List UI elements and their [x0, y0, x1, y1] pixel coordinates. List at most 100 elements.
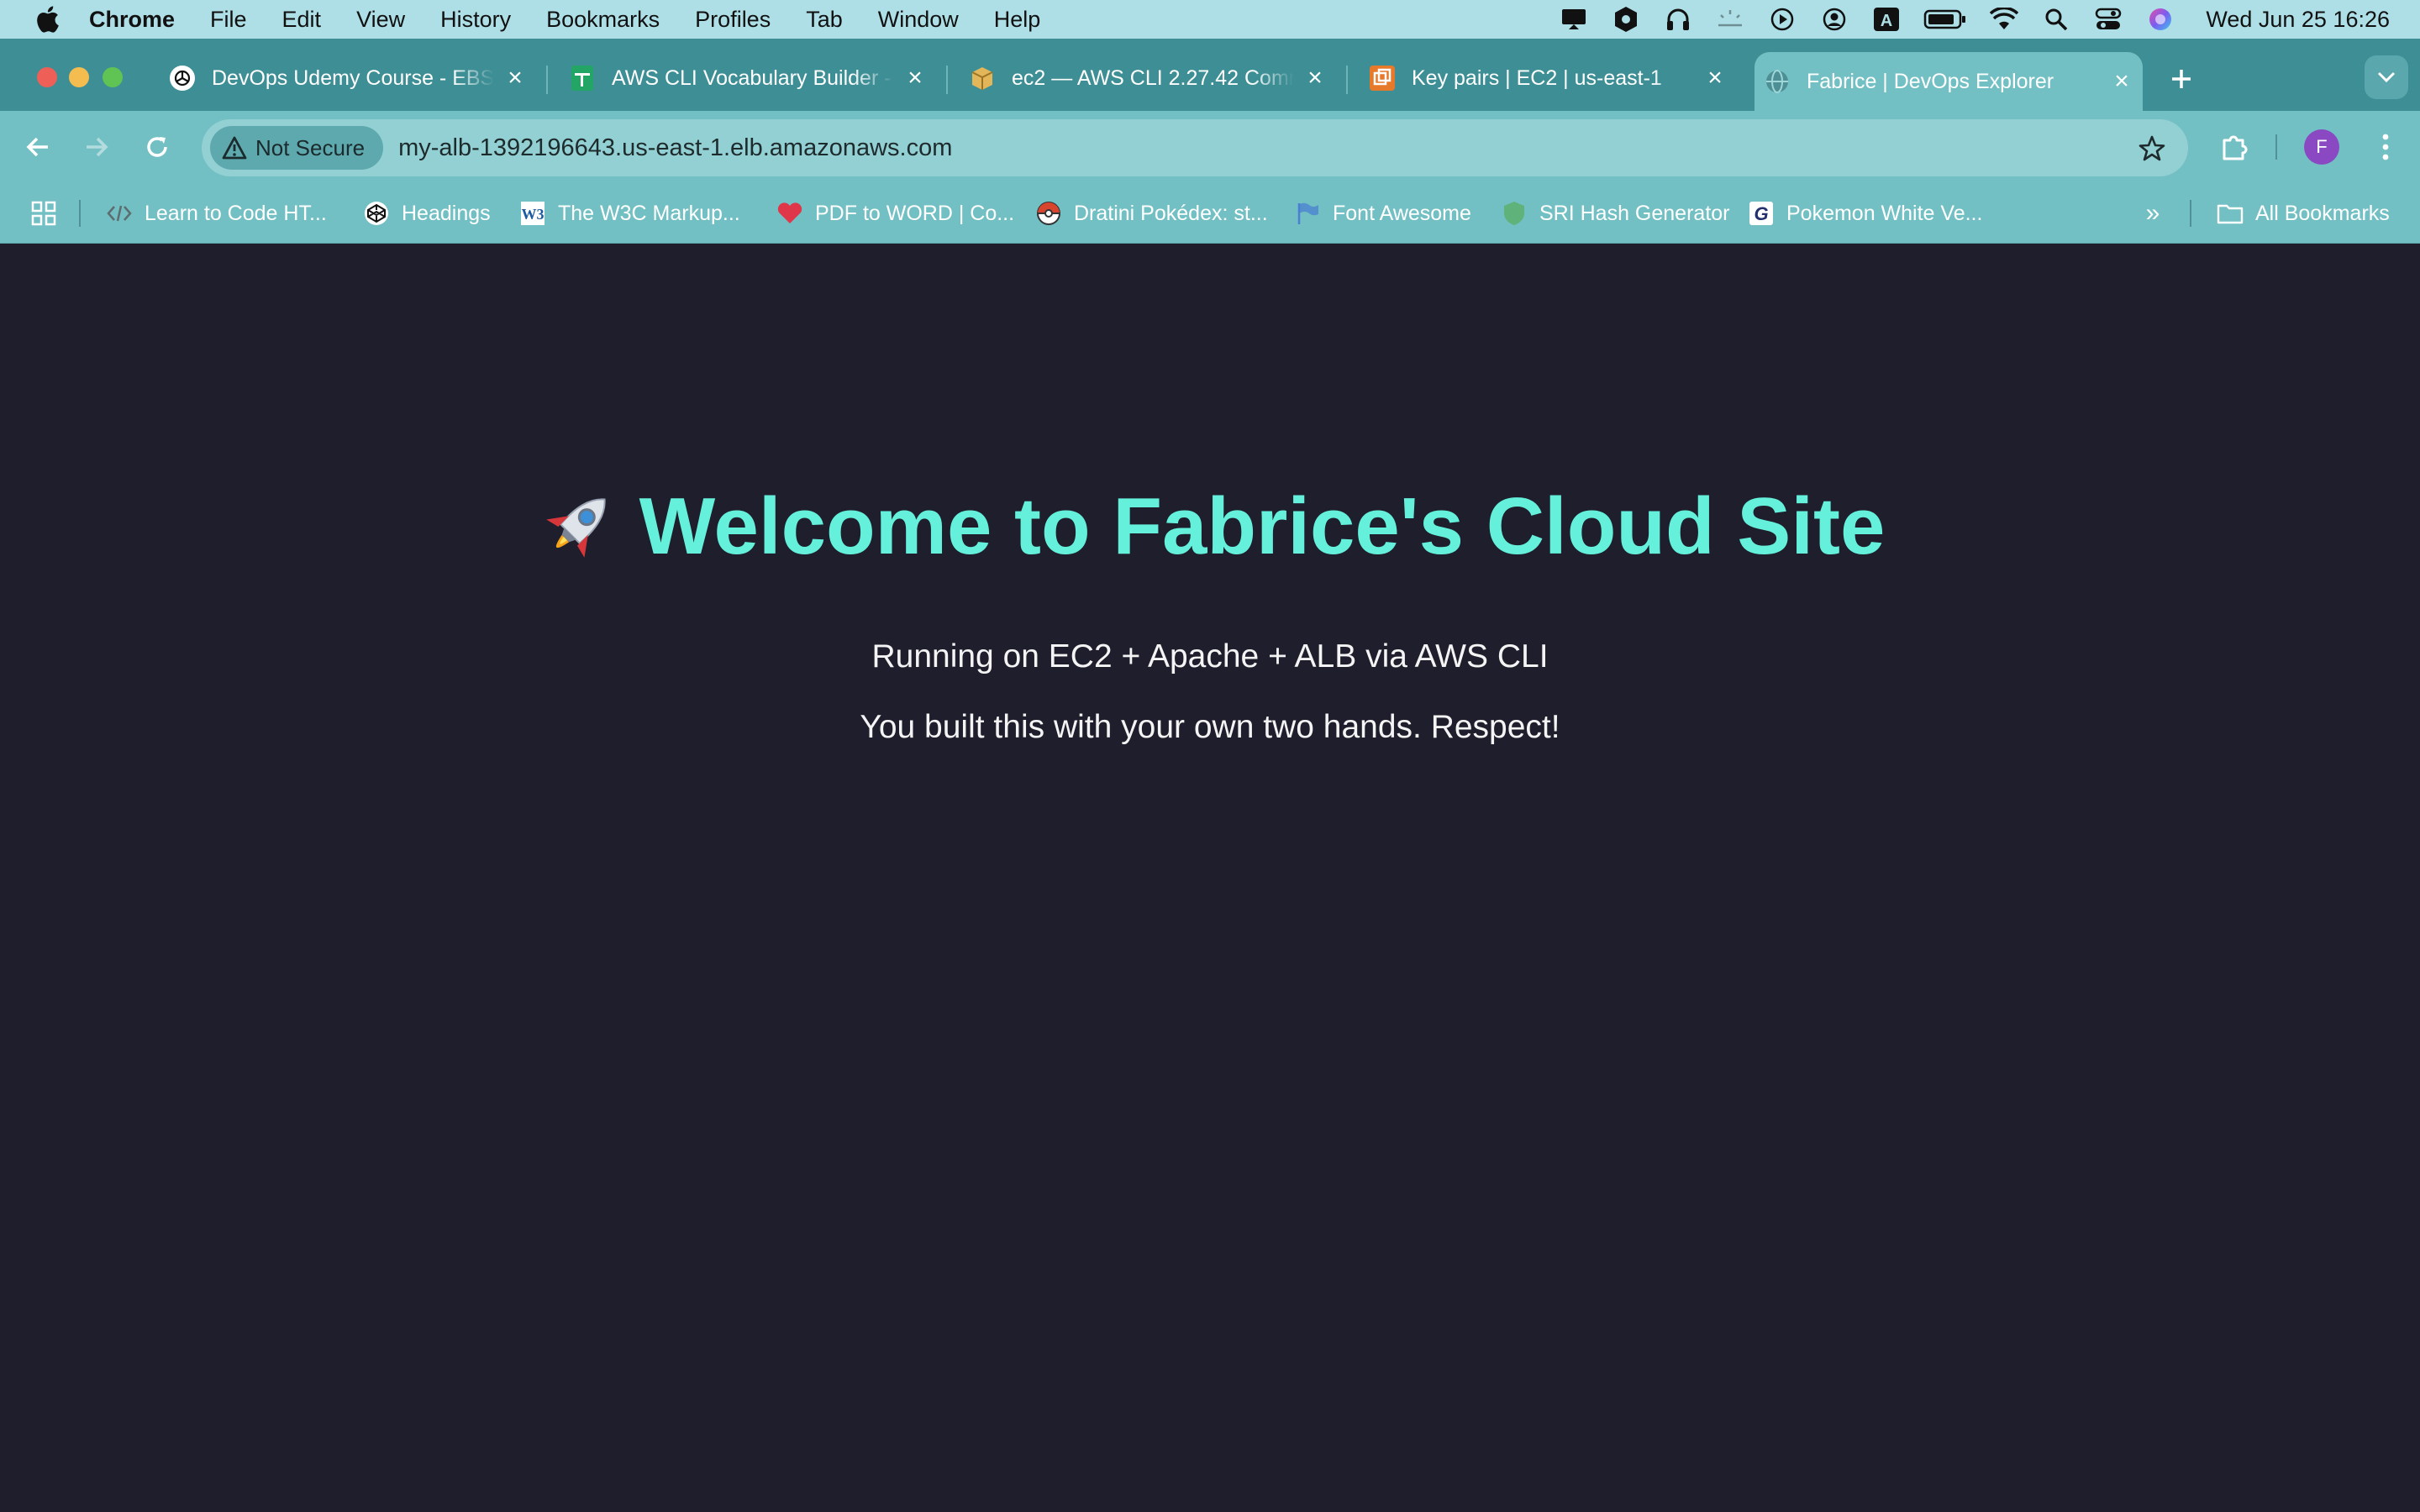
new-tab-button[interactable]	[2161, 59, 2202, 99]
tab-title: Fabrice | DevOps Explorer	[1807, 69, 2054, 93]
bookmark-font-awesome[interactable]: Font Awesome	[1294, 193, 1471, 234]
url-text[interactable]: my-alb-1392196643.us-east-1.elb.amazonaw…	[398, 134, 952, 162]
tab-ec2-aws-cli[interactable]: ec2 — AWS CLI 2.27.42 Comm ×	[960, 52, 1336, 104]
bookmark-label: The W3C Markup...	[558, 201, 740, 225]
arrow-right-icon	[87, 137, 108, 157]
sheets-icon	[568, 64, 597, 92]
menu-tab[interactable]: Tab	[806, 7, 843, 33]
menu-bar-status-area: A Wed Jun 25 16:26	[1539, 0, 2390, 39]
bookmarks-bar: Learn to Code HT... Headings W3 The W3C …	[0, 183, 2420, 244]
svg-text:A: A	[1881, 12, 1892, 30]
bookmark-pokemon-white[interactable]: G Pokemon White Ve...	[1748, 193, 1982, 234]
bookmark-dratini-pokedex[interactable]: Dratini Pokédex: st...	[1035, 193, 1268, 234]
search-icon[interactable]	[2039, 3, 2073, 36]
profile-avatar[interactable]: F	[2304, 129, 2339, 165]
play-icon[interactable]	[1765, 3, 1799, 36]
tab-key-pairs-ec2[interactable]: Key pairs | EC2 | us-east-1 ×	[1360, 52, 1736, 104]
menu-bar-clock[interactable]: Wed Jun 25 16:26	[2206, 7, 2390, 33]
tab-title: ec2 — AWS CLI 2.27.42 Comm	[1012, 66, 1294, 90]
menu-edit[interactable]: Edit	[282, 7, 322, 33]
svg-text:G: G	[1754, 203, 1768, 224]
extensions-icon[interactable]	[2213, 126, 2255, 168]
chevron-down-icon	[2377, 71, 2396, 83]
tab-divider	[546, 66, 548, 94]
headphones-icon[interactable]	[1661, 3, 1695, 36]
window-minimize-button[interactable]	[69, 67, 89, 87]
bookmark-star-icon[interactable]	[2136, 133, 2168, 165]
page-title-text: Welcome to Fabrice's Cloud Site	[639, 481, 1886, 571]
rocket-icon	[535, 485, 619, 569]
all-bookmarks-button[interactable]: All Bookmarks	[2217, 193, 2390, 234]
tab-title: Key pairs | EC2 | us-east-1	[1412, 66, 1662, 90]
brightness-icon[interactable]	[1713, 3, 1747, 36]
wifi-icon[interactable]	[1987, 3, 2021, 36]
bookmarks-divider	[2190, 200, 2191, 227]
menu-view[interactable]: View	[356, 7, 405, 33]
tab-aws-cli-vocabulary[interactable]: AWS CLI Vocabulary Builder - ×	[560, 52, 936, 104]
menu-window[interactable]: Window	[878, 7, 959, 33]
reload-icon	[147, 137, 167, 157]
shield-icon[interactable]	[1609, 3, 1643, 36]
browser-tab-strip: DevOps Udemy Course - EBS × AWS CLI Voca…	[0, 39, 2420, 111]
bookmarks-overflow-icon[interactable]: »	[2136, 197, 2170, 230]
bookmark-label: PDF to WORD | Co...	[815, 201, 1015, 225]
keyboard-a-icon[interactable]: A	[1870, 3, 1903, 36]
tab-close-icon[interactable]: ×	[2107, 67, 2136, 96]
aws-icon	[1368, 64, 1397, 92]
page-subtitle-line-2: You built this with your own two hands. …	[860, 709, 1560, 745]
bookmark-headings[interactable]: Headings	[363, 193, 491, 234]
apps-grid-icon[interactable]	[29, 198, 59, 228]
tab-search-button[interactable]	[2365, 55, 2408, 99]
bookmark-learn-to-code[interactable]: Learn to Code HT...	[106, 193, 327, 234]
toolbar-divider	[2275, 134, 2277, 160]
tab-title: DevOps Udemy Course - EBS	[212, 66, 494, 90]
bookmark-label: Learn to Code HT...	[145, 201, 327, 225]
display-icon[interactable]	[1557, 3, 1591, 36]
folder-icon	[2217, 200, 2244, 227]
heart-icon	[776, 200, 803, 227]
tab-fabrice-devops-explorer[interactable]: Fabrice | DevOps Explorer ×	[1754, 52, 2143, 111]
code-icon	[106, 200, 133, 227]
bookmark-label: Font Awesome	[1333, 201, 1471, 225]
openai-icon	[168, 64, 197, 92]
back-button[interactable]	[17, 126, 59, 168]
battery-icon[interactable]	[1922, 3, 1969, 36]
warning-icon	[222, 135, 247, 160]
control-center-icon[interactable]	[2091, 3, 2125, 36]
package-icon	[968, 64, 997, 92]
menu-bookmarks[interactable]: Bookmarks	[546, 7, 660, 33]
bookmark-w3c-markup[interactable]: W3 The W3C Markup...	[519, 193, 740, 234]
security-label: Not Secure	[255, 134, 366, 160]
flag-icon	[1294, 200, 1321, 227]
security-chip[interactable]: Not Secure	[210, 126, 384, 170]
tab-close-icon[interactable]: ×	[501, 64, 529, 92]
address-bar[interactable]: Not Secure my-alb-1392196643.us-east-1.e…	[202, 119, 2188, 176]
tab-close-icon[interactable]: ×	[901, 64, 929, 92]
bookmark-sri-hash-generator[interactable]: SRI Hash Generator	[1501, 193, 1730, 234]
bookmark-label: Headings	[402, 201, 491, 225]
menu-history[interactable]: History	[440, 7, 511, 33]
arrow-left-icon	[26, 137, 48, 157]
bookmark-pdf-to-word[interactable]: PDF to WORD | Co...	[776, 193, 1014, 234]
siri-icon[interactable]	[2144, 3, 2177, 36]
forward-button[interactable]	[76, 126, 118, 168]
apple-menu-icon[interactable]	[30, 3, 64, 36]
tab-close-icon[interactable]: ×	[1301, 64, 1329, 92]
codepen-icon	[363, 200, 390, 227]
menu-help[interactable]: Help	[994, 7, 1041, 33]
browser-toolbar: Not Secure my-alb-1392196643.us-east-1.e…	[0, 111, 2420, 183]
tab-divider	[1346, 66, 1348, 94]
reload-button[interactable]	[136, 126, 178, 168]
user-circle-icon[interactable]	[1818, 3, 1851, 36]
tab-devops-udemy[interactable]: DevOps Udemy Course - EBS ×	[160, 52, 536, 104]
window-close-button[interactable]	[37, 67, 57, 87]
more-menu-icon[interactable]	[2366, 128, 2405, 166]
window-zoom-button[interactable]	[103, 67, 123, 87]
menu-app-chrome[interactable]: Chrome	[89, 7, 175, 33]
tab-close-icon[interactable]: ×	[1701, 64, 1729, 92]
macos-menu-bar: Chrome File Edit View History Bookmarks …	[0, 0, 2420, 39]
menu-file[interactable]: File	[210, 7, 247, 33]
g-icon: G	[1748, 200, 1775, 227]
bookmarks-divider	[79, 200, 81, 227]
menu-profiles[interactable]: Profiles	[695, 7, 771, 33]
